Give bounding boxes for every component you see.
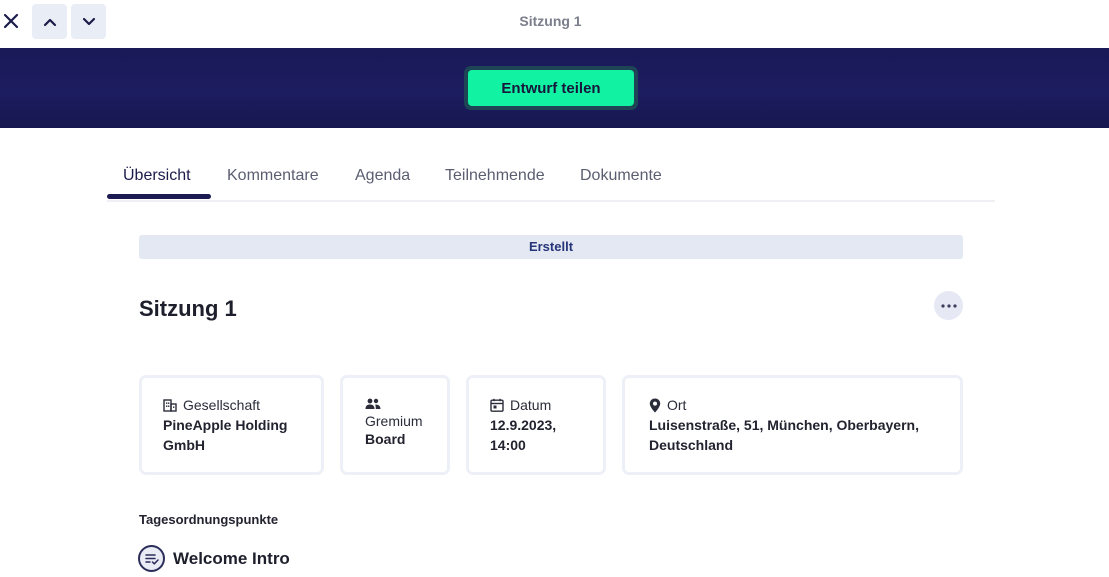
agenda-item[interactable]: Welcome Intro (138, 545, 290, 572)
active-tab-indicator (107, 194, 211, 199)
tab-comments[interactable]: Kommentare (227, 167, 319, 185)
location-pin-icon (649, 398, 661, 412)
list-check-icon (144, 553, 159, 565)
company-value-line-2: GmbH (163, 437, 205, 453)
committee-card: Gremium Board (340, 375, 450, 475)
header-banner: Entwurf teilen (0, 48, 1109, 128)
committee-label: Gremium (365, 413, 423, 429)
tab-overview[interactable]: Übersicht (123, 167, 191, 185)
company-value: PineApple Holding GmbH (163, 415, 321, 455)
location-value-line-1: Luisenstraße, 51, München, Oberbayern, (649, 417, 919, 433)
top-bar: Sitzung 1 (0, 0, 1109, 48)
date-value-line-1: 12.9.2023, (490, 417, 557, 433)
agenda-heading: Tagesordnungspunkte (139, 512, 279, 527)
date-label: Datum (510, 397, 552, 413)
location-value-line-2: Deutschland (649, 437, 734, 453)
tab-participants[interactable]: Teilnehmende (445, 167, 545, 185)
share-button-focus-ring: Entwurf teilen (464, 66, 638, 110)
date-card: Datum 12.9.2023, 14:00 (466, 375, 606, 475)
agenda-item-subtitle-cutoff (172, 571, 272, 577)
tab-agenda[interactable]: Agenda (355, 167, 410, 185)
status-badge: Erstellt (139, 235, 963, 259)
date-value-line-2: 14:00 (490, 437, 526, 453)
tab-documents[interactable]: Dokumente (580, 167, 662, 185)
calendar-icon (490, 398, 504, 412)
company-card: Gesellschaft PineApple Holding GmbH (139, 375, 324, 475)
agenda-item-icon-wrap (138, 545, 165, 572)
tab-bar: Übersicht Kommentare Agenda Teilnehmende… (107, 160, 995, 202)
location-value: Luisenstraße, 51, München, Oberbayern, D… (649, 415, 960, 455)
people-icon (365, 398, 381, 409)
page-title: Sitzung 1 (139, 296, 237, 321)
more-options-button[interactable] (934, 291, 963, 320)
location-label: Ort (667, 397, 687, 413)
share-draft-button[interactable]: Entwurf teilen (468, 70, 634, 106)
window-title: Sitzung 1 (519, 13, 582, 29)
more-horizontal-icon (940, 303, 957, 308)
location-card: Ort Luisenstraße, 51, München, Oberbayer… (622, 375, 963, 475)
committee-value: Board (365, 431, 406, 447)
company-value-line-1: PineApple Holding (163, 417, 288, 433)
agenda-item-title: Welcome Intro (173, 548, 290, 568)
company-label: Gesellschaft (183, 397, 261, 413)
date-value: 12.9.2023, 14:00 (490, 415, 603, 455)
building-icon (163, 399, 177, 412)
